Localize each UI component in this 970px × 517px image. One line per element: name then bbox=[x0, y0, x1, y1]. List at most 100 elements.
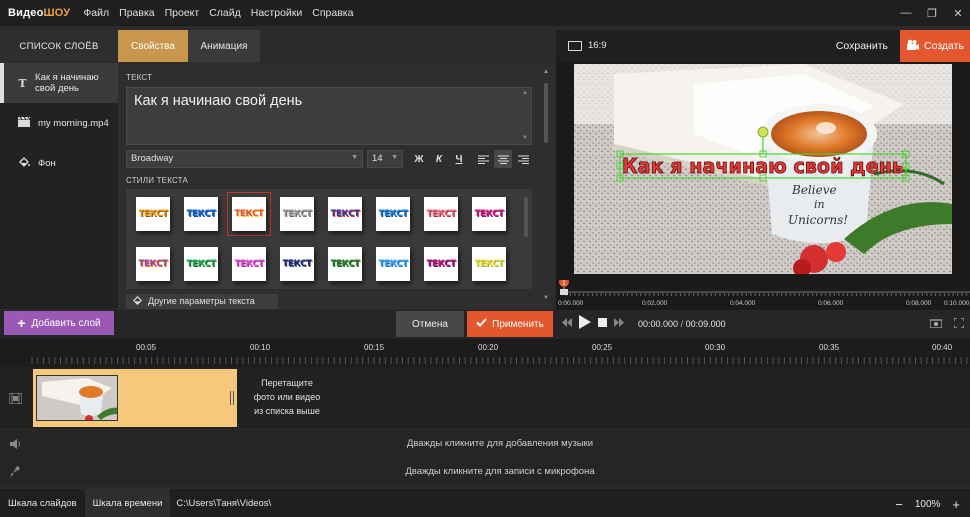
microphone-track[interactable]: Дважды кликните для записи с микрофона bbox=[0, 458, 970, 485]
text-style-option[interactable]: ТЕКСТ bbox=[424, 197, 458, 231]
layer-item-label: Фон bbox=[38, 157, 56, 169]
text-style-option[interactable]: ТЕКСТ bbox=[472, 197, 506, 231]
align-right-button[interactable] bbox=[514, 150, 532, 168]
menu-edit[interactable]: Правка bbox=[114, 7, 159, 19]
text-style-option[interactable]: ТЕКСТ bbox=[472, 247, 506, 281]
timeline-tick-label: 00:25 bbox=[592, 343, 613, 352]
tab-properties[interactable]: Свойства bbox=[118, 30, 188, 62]
text-style-option[interactable]: ТЕКСТ bbox=[280, 247, 314, 281]
header-spacer bbox=[260, 30, 554, 62]
cup-text: Believe bbox=[791, 183, 837, 197]
text-style-option[interactable]: ТЕКСТ bbox=[136, 247, 170, 281]
text-input[interactable]: Как я начинаю свой день bbox=[126, 87, 532, 145]
text-style-option[interactable]: ТЕКСТ bbox=[424, 247, 458, 281]
italic-button[interactable]: К bbox=[430, 150, 448, 168]
menu-slide[interactable]: Слайд bbox=[204, 7, 246, 19]
monitor-icon bbox=[568, 40, 582, 51]
text-style-option[interactable]: ТЕКСТ bbox=[376, 247, 410, 281]
font-size-select[interactable]: 14 ▼ bbox=[367, 150, 403, 168]
add-layer-button[interactable]: + Добавить слой bbox=[4, 311, 114, 335]
layer-item-text[interactable]: T Как я начинаю свой день bbox=[0, 63, 118, 103]
align-right-icon bbox=[517, 155, 529, 164]
text-section-label: ТЕКСТ bbox=[126, 73, 153, 82]
play-icon[interactable] bbox=[579, 315, 591, 332]
time-total: 00:09.000 bbox=[685, 319, 726, 329]
timeline-tick-label: 00:15 bbox=[364, 343, 385, 352]
panel-scrollbar[interactable] bbox=[544, 83, 548, 143]
video-track: Перетащите фото или видео из списка выше bbox=[0, 367, 970, 429]
aspect-ratio-button[interactable]: 16:9 bbox=[568, 40, 607, 51]
snapshot-icon[interactable] bbox=[929, 318, 943, 331]
skip-forward-icon[interactable] bbox=[614, 317, 624, 330]
text-style-option[interactable]: ТЕКСТ bbox=[328, 197, 362, 231]
menu-help[interactable]: Справка bbox=[307, 7, 358, 19]
text-style-option[interactable]: ТЕКСТ bbox=[280, 197, 314, 231]
menu-file[interactable]: Файл bbox=[78, 7, 114, 19]
text-style-option[interactable]: ТЕКСТ bbox=[232, 197, 266, 231]
zoom-out-button[interactable]: − bbox=[895, 497, 903, 512]
menu-project[interactable]: Проект bbox=[160, 7, 205, 19]
app-logo: ВидеоШОУ bbox=[8, 7, 71, 19]
ruler-label: 0:06.000 bbox=[818, 300, 844, 307]
underline-button[interactable]: Ч bbox=[450, 150, 468, 168]
panel-scroll-up-icon[interactable]: ▲ bbox=[543, 69, 549, 75]
music-track[interactable]: Дважды кликните для добавления музыки bbox=[0, 430, 970, 457]
layer-item-label: my morning.mp4 bbox=[38, 117, 109, 129]
layer-item-video[interactable]: my morning.mp4 bbox=[0, 103, 118, 143]
timeline-clip[interactable] bbox=[33, 369, 237, 427]
text-style-option[interactable]: ТЕКСТ bbox=[328, 247, 362, 281]
video-clip-icon bbox=[18, 116, 31, 130]
drop-hint-line: Перетащите bbox=[261, 378, 313, 388]
preview-header: 16:9 Сохранить Создать bbox=[556, 30, 970, 62]
preview-canvas[interactable]: Believe in Unicorns! Как я начинаю свой … bbox=[574, 64, 952, 274]
preview-timeline[interactable]: 1 0:00.000 0:02.000 0:04.000 0:06.000 0:… bbox=[556, 277, 970, 310]
tab-slide-scale[interactable]: Шкала слайдов bbox=[0, 489, 85, 517]
timeline-tick-label: 00:30 bbox=[705, 343, 726, 352]
apply-button[interactable]: Применить bbox=[467, 311, 553, 337]
apply-button-label: Применить bbox=[492, 318, 544, 330]
zoom-in-button[interactable]: + bbox=[952, 497, 960, 512]
text-style-option[interactable]: ТЕКСТ bbox=[136, 197, 170, 231]
save-button[interactable]: Сохранить bbox=[836, 40, 888, 52]
ruler-label: 0:08.000 bbox=[906, 300, 932, 307]
text-style-option[interactable]: ТЕКСТ bbox=[376, 197, 410, 231]
create-button-label: Создать bbox=[924, 40, 964, 52]
ruler-label: 0:04.000 bbox=[730, 300, 756, 307]
text-style-option[interactable]: ТЕКСТ bbox=[184, 247, 218, 281]
stop-icon[interactable] bbox=[598, 317, 607, 330]
cancel-button[interactable]: Отмена bbox=[396, 311, 464, 337]
timeline-ruler[interactable]: 00:05 00:10 00:15 00:20 00:25 00:30 00:3… bbox=[0, 339, 970, 367]
align-left-button[interactable] bbox=[474, 150, 492, 168]
minimize-icon[interactable]: — bbox=[900, 7, 912, 19]
text-styles-grid: ТЕКСТ ТЕКСТ ТЕКСТ ТЕКСТ ТЕКСТ ТЕКСТ ТЕКСТ ТЕКСТ… bbox=[126, 189, 532, 289]
tab-time-scale[interactable]: Шкала времени bbox=[84, 489, 171, 517]
styles-scrollbar[interactable] bbox=[524, 197, 528, 237]
overlay-text: Как я начинаю свой день bbox=[622, 154, 904, 178]
tab-animation[interactable]: Анимация bbox=[188, 30, 260, 62]
align-center-button[interactable] bbox=[494, 150, 512, 168]
menu-settings[interactable]: Настройки bbox=[246, 7, 308, 19]
font-size-value: 14 bbox=[372, 153, 383, 164]
align-left-icon bbox=[477, 155, 489, 164]
clip-resize-handle[interactable] bbox=[230, 391, 234, 405]
text-style-option[interactable]: ТЕКСТ bbox=[184, 197, 218, 231]
microphone-icon bbox=[0, 458, 30, 485]
zoom-value: 100% bbox=[914, 499, 941, 510]
ruler-label: 0:00.000 bbox=[558, 300, 584, 307]
close-icon[interactable]: ✕ bbox=[952, 7, 964, 20]
paint-bucket-icon bbox=[18, 156, 30, 171]
font-select[interactable]: Broadway ▼ bbox=[126, 150, 363, 168]
panel-scroll-down-icon[interactable]: ▼ bbox=[543, 295, 549, 301]
timeline-tick-label: 00:40 bbox=[932, 343, 953, 352]
restore-icon[interactable]: ❐ bbox=[926, 7, 938, 20]
aspect-ratio-value: 16:9 bbox=[588, 40, 607, 51]
bold-button[interactable]: Ж bbox=[410, 150, 428, 168]
skip-back-icon[interactable] bbox=[562, 317, 572, 330]
plus-icon: + bbox=[17, 315, 26, 331]
fullscreen-icon[interactable] bbox=[953, 317, 965, 331]
other-text-params-button[interactable]: Другие параметры текста bbox=[126, 294, 278, 309]
text-style-option[interactable]: ТЕКСТ bbox=[232, 247, 266, 281]
layer-item-background[interactable]: Фон bbox=[0, 143, 118, 183]
drop-hint-line: фото или видео bbox=[253, 392, 321, 402]
create-button[interactable]: Создать bbox=[900, 30, 970, 62]
